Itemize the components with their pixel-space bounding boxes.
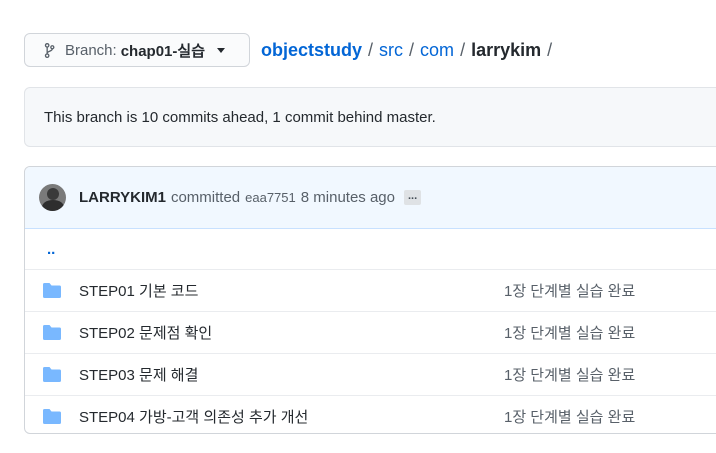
- avatar[interactable]: [39, 184, 66, 211]
- branch-selector-button[interactable]: Branch: chap01-실습: [24, 33, 250, 67]
- table-row[interactable]: STEP04 가방-고객 의존성 추가 개선 1장 단계별 실습 완료: [25, 395, 716, 433]
- folder-name-link[interactable]: STEP04 가방-고객 의존성 추가 개선: [79, 406, 308, 427]
- breadcrumb-current: larrykim: [471, 40, 542, 60]
- breadcrumb-separator: /: [460, 40, 466, 60]
- table-row[interactable]: STEP03 문제 해결 1장 단계별 실습 완료: [25, 353, 716, 395]
- folder-icon: [43, 409, 61, 424]
- table-row[interactable]: STEP02 문제점 확인 1장 단계별 실습 완료: [25, 311, 716, 353]
- folder-name-link[interactable]: STEP02 문제점 확인: [79, 322, 212, 343]
- commit-verb: committed: [170, 189, 241, 206]
- commit-author-link[interactable]: LARRYKIM1: [79, 189, 166, 206]
- breadcrumb: objectstudy / src / com / larrykim /: [261, 40, 558, 61]
- caret-down-icon: [217, 47, 225, 53]
- commit-message-link[interactable]: 1장 단계별 실습 완료: [504, 280, 635, 301]
- breadcrumb-src-link[interactable]: src: [379, 40, 403, 61]
- commit-message-link[interactable]: 1장 단계별 실습 완료: [504, 322, 635, 343]
- breadcrumb-repo-link[interactable]: objectstudy: [261, 40, 362, 61]
- branch-label: Branch:: [65, 41, 117, 59]
- table-row[interactable]: STEP01 기본 코드 1장 단계별 실습 완료: [25, 269, 716, 311]
- commit-message-link[interactable]: 1장 단계별 실습 완료: [504, 406, 635, 427]
- file-list: LARRYKIM1 committed eaa7751 8 minutes ag…: [24, 166, 716, 434]
- breadcrumb-separator: /: [409, 40, 415, 60]
- commit-message-expand-button[interactable]: ...: [404, 190, 422, 205]
- commit-message-link[interactable]: 1장 단계별 실습 완료: [504, 364, 635, 385]
- git-branch-icon: [44, 42, 55, 58]
- branch-status-box: This branch is 10 commits ahead, 1 commi…: [24, 87, 716, 147]
- folder-icon: [43, 325, 61, 340]
- folder-name-link[interactable]: STEP03 문제 해결: [79, 364, 198, 385]
- breadcrumb-com-link[interactable]: com: [420, 40, 454, 61]
- breadcrumb-separator: /: [368, 40, 374, 60]
- parent-directory-row[interactable]: ..: [25, 229, 716, 269]
- commit-time: 8 minutes ago: [300, 189, 395, 206]
- breadcrumb-separator: /: [547, 40, 553, 60]
- branch-name: chap01-실습: [120, 42, 205, 60]
- parent-directory-link[interactable]: ..: [47, 241, 55, 258]
- branch-status-text: This branch is 10 commits ahead, 1 commi…: [44, 108, 436, 126]
- folder-icon: [43, 367, 61, 382]
- folder-name-link[interactable]: STEP01 기본 코드: [79, 280, 198, 301]
- latest-commit-bar: LARRYKIM1 committed eaa7751 8 minutes ag…: [25, 167, 716, 229]
- commit-sha-link[interactable]: eaa7751: [245, 190, 296, 205]
- folder-icon: [43, 283, 61, 298]
